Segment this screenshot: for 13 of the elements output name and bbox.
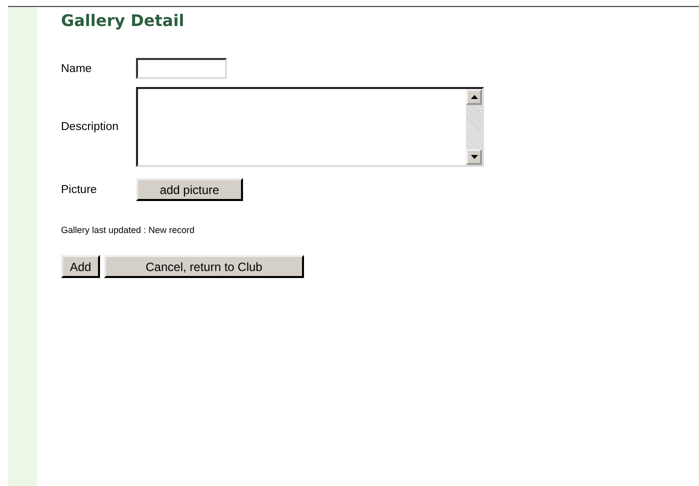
- page-title: Gallery Detail: [61, 11, 186, 30]
- description-label: Description: [61, 121, 120, 133]
- picture-label: Picture: [61, 184, 98, 196]
- description-field[interactable]: [136, 87, 484, 167]
- name-label: Name: [61, 62, 93, 74]
- name-field[interactable]: [136, 58, 227, 79]
- status-text: Gallery last updated : New record: [61, 225, 196, 235]
- cancel-button[interactable]: Cancel, return to Club: [104, 255, 304, 278]
- scrollbar[interactable]: [466, 89, 482, 165]
- scroll-up-icon[interactable]: [466, 89, 482, 105]
- add-picture-button[interactable]: add picture: [136, 178, 243, 201]
- add-button[interactable]: Add: [61, 255, 100, 278]
- scroll-down-icon[interactable]: [466, 149, 482, 165]
